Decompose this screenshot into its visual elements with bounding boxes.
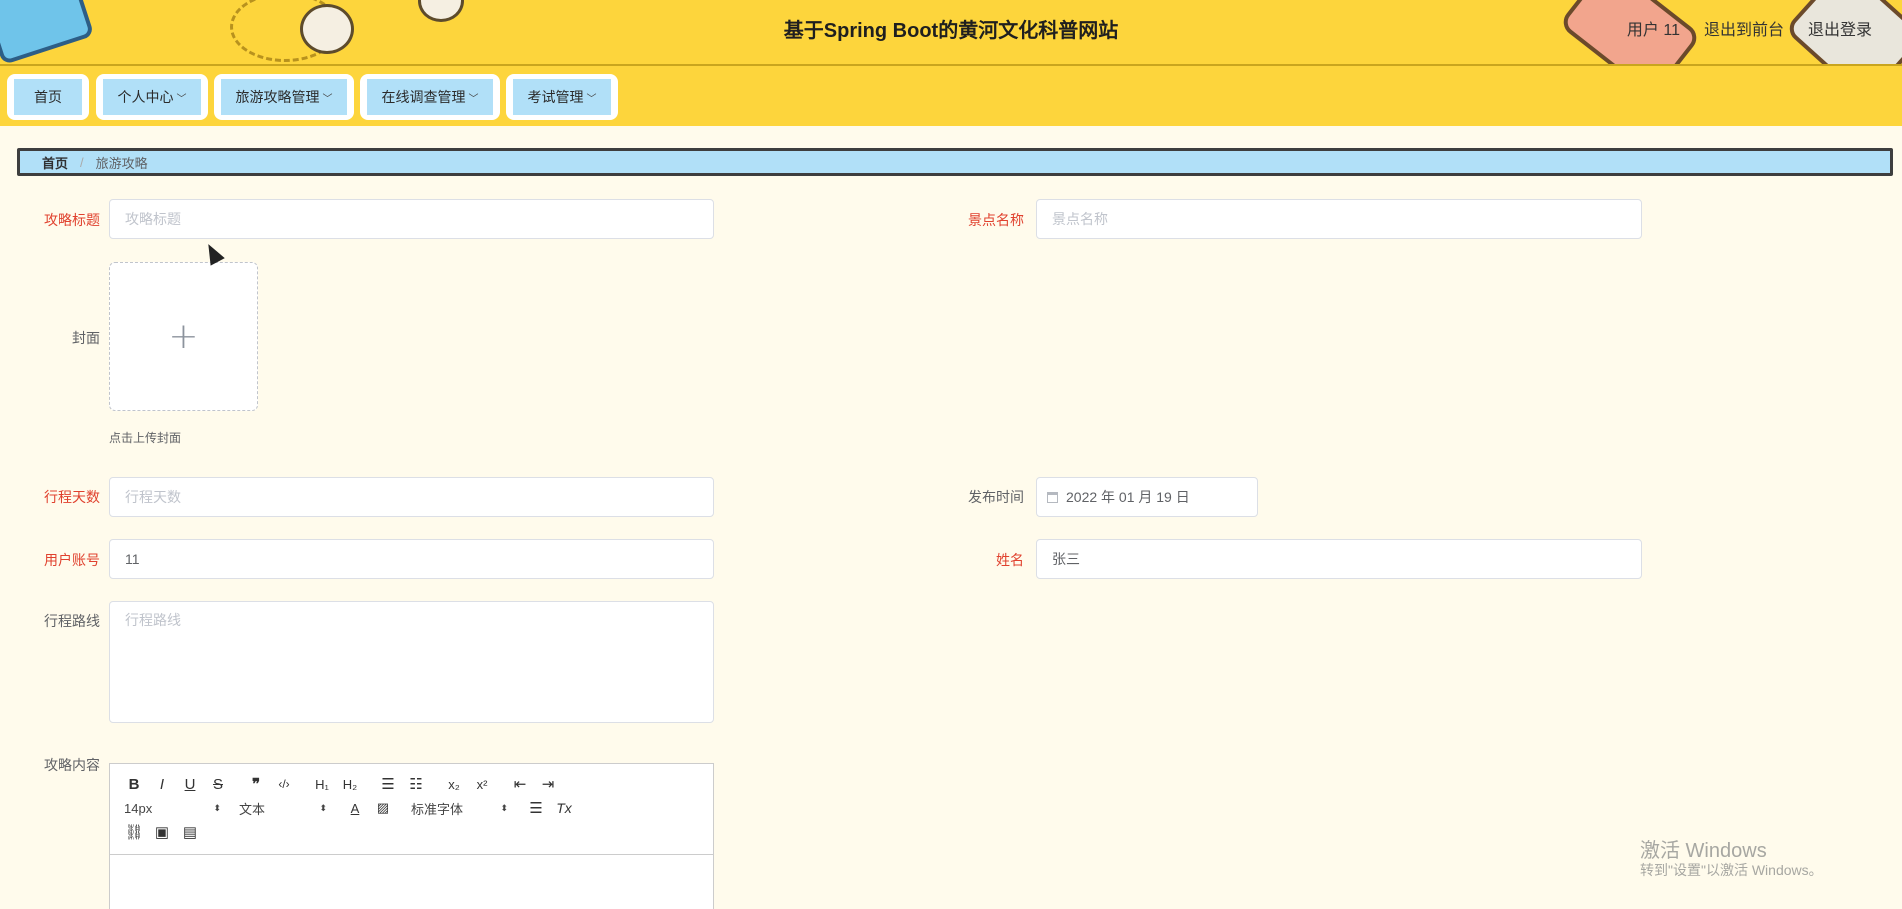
spot-name-label: 景点名称 — [968, 212, 1024, 228]
user-label: 用户 11 — [1626, 22, 1680, 39]
logout-link[interactable]: 退出登录 — [1808, 16, 1872, 40]
breadcrumb-current: 旅游攻略 — [95, 155, 148, 171]
publish-date-picker[interactable]: 2022 年 01 月 19 日 — [1036, 477, 1258, 517]
chevron-down-icon: ﹀ — [322, 93, 333, 105]
editor-content-area[interactable] — [110, 855, 713, 909]
cover-upload-tip: 点击上传封面 — [109, 431, 182, 445]
italic-icon[interactable]: I — [148, 776, 176, 793]
trip-days-input[interactable]: 行程天数 — [109, 477, 714, 517]
trip-days-placeholder: 行程天数 — [125, 489, 181, 505]
underline-icon[interactable]: U — [176, 776, 204, 793]
code-icon[interactable]: ‹/› — [270, 777, 298, 791]
select-arrows-icon: ⬍ — [319, 802, 327, 813]
video-icon[interactable]: ▤ — [176, 823, 204, 841]
breadcrumb-separator: / — [80, 154, 84, 170]
header: 基于Spring Boot的黄河文化科普网站 用户 11 退出到前台 退出登录 — [0, 0, 1902, 66]
mouse-cursor-icon — [202, 241, 224, 265]
bullet-list-icon[interactable]: ☷ — [402, 775, 430, 793]
image-icon[interactable]: ▣ — [148, 823, 176, 841]
plus-icon: + — [168, 316, 199, 357]
cover-upload-box[interactable]: + — [109, 262, 258, 411]
nav-item-home[interactable]: 首页 — [7, 74, 89, 120]
editor-toolbar: B I U S ❞ ‹/› H₁ H₂ ☰ ☷ x₂ x² ⇤ ⇥ 14px ⬍ — [110, 764, 713, 855]
ordered-list-icon[interactable]: ☰ — [374, 775, 402, 793]
top-nav-bar: 首页 个人中心 ﹀ 旅游攻略管理 ﹀ 在线调查管理 ﹀ 考试管理 ﹀ — [0, 66, 1902, 126]
nav-item-personal-center[interactable]: 个人中心 ﹀ — [96, 74, 208, 120]
strikethrough-icon[interactable]: S — [204, 776, 232, 793]
rich-text-editor: B I U S ❞ ‹/› H₁ H₂ ☰ ☷ x₂ x² ⇤ ⇥ 14px ⬍ — [109, 763, 714, 909]
title-input[interactable]: 攻略标题 — [109, 199, 714, 239]
user-account-value: 11 — [125, 551, 140, 567]
font-family-select[interactable]: 标准字体 ⬍ — [407, 799, 512, 818]
background-color-icon[interactable]: ▨ — [369, 800, 397, 816]
calendar-icon — [1047, 491, 1058, 503]
blockquote-icon[interactable]: ❞ — [242, 775, 270, 793]
link-icon[interactable]: ⛓ — [120, 823, 148, 841]
breadcrumb-home[interactable]: 首页 — [42, 153, 68, 172]
publish-time-label: 发布时间 — [968, 489, 1024, 505]
cover-label: 封面 — [72, 330, 100, 346]
select-arrows-icon: ⬍ — [213, 802, 221, 813]
windows-activation-watermark-text: 转到"设置"以激活 Windows。 — [1640, 862, 1823, 878]
route-textarea[interactable]: 行程路线 — [109, 601, 714, 723]
route-placeholder: 行程路线 — [125, 612, 181, 628]
name-input[interactable]: 张三 — [1036, 539, 1642, 579]
nav-item-exam-management[interactable]: 考试管理 ﹀ — [506, 74, 618, 120]
header-user-actions: 用户 11 退出到前台 退出登录 — [1627, 16, 1872, 40]
chevron-down-icon: ﹀ — [586, 93, 597, 105]
windows-activation-watermark-title: 激活 Windows — [1640, 840, 1767, 862]
nav-item-label: 首页 — [34, 89, 62, 105]
name-label: 姓名 — [996, 552, 1024, 568]
publish-date-value: 2022 年 01 月 19 日 — [1066, 489, 1190, 505]
content-label: 攻略内容 — [44, 757, 100, 773]
trip-days-label: 行程天数 — [44, 489, 100, 505]
nav-item-label: 旅游攻略管理 — [235, 89, 320, 105]
align-icon[interactable]: ☰ — [522, 799, 550, 817]
font-size-select[interactable]: 14px ⬍ — [120, 801, 225, 816]
chevron-down-icon: ﹀ — [468, 93, 479, 105]
bold-icon[interactable]: B — [120, 776, 148, 793]
nav-item-label: 在线调查管理 — [381, 89, 466, 105]
breadcrumb: 首页 / 旅游攻略 — [17, 148, 1893, 176]
block-type-select[interactable]: 文本 ⬍ — [235, 799, 331, 818]
font-color-icon[interactable]: A — [341, 801, 369, 816]
nav-item-travel-guide-management[interactable]: 旅游攻略管理 ﹀ — [214, 74, 354, 120]
heading-1-icon[interactable]: H₁ — [308, 777, 336, 792]
outdent-icon[interactable]: ⇤ — [506, 775, 534, 793]
spot-name-input[interactable]: 景点名称 — [1036, 199, 1642, 239]
user-account-label: 用户账号 — [44, 552, 100, 568]
subscript-icon[interactable]: x₂ — [440, 777, 468, 792]
select-arrows-icon: ⬍ — [500, 802, 508, 813]
font-size-value: 14px — [124, 800, 153, 816]
title-placeholder: 攻略标题 — [125, 211, 181, 227]
indent-icon[interactable]: ⇥ — [534, 775, 562, 793]
name-value: 张三 — [1052, 551, 1080, 567]
nav-item-survey-management[interactable]: 在线调查管理 ﹀ — [360, 74, 500, 120]
spot-name-placeholder: 景点名称 — [1052, 211, 1108, 227]
user-account-input[interactable]: 11 — [109, 539, 714, 579]
title-label: 攻略标题 — [44, 212, 100, 228]
back-to-front-link[interactable]: 退出到前台 — [1704, 16, 1784, 40]
clear-format-icon[interactable]: Tx — [550, 800, 578, 816]
superscript-icon[interactable]: x² — [468, 777, 496, 792]
nav-item-label: 个人中心 — [117, 89, 174, 105]
chevron-down-icon: ﹀ — [176, 93, 187, 105]
nav-item-label: 考试管理 — [527, 89, 584, 105]
block-type-value: 文本 — [239, 801, 266, 817]
site-title: 基于Spring Boot的黄河文化科普网站 — [783, 20, 1119, 42]
route-label: 行程路线 — [44, 613, 100, 629]
font-family-value: 标准字体 — [411, 801, 464, 817]
heading-2-icon[interactable]: H₂ — [336, 777, 364, 792]
